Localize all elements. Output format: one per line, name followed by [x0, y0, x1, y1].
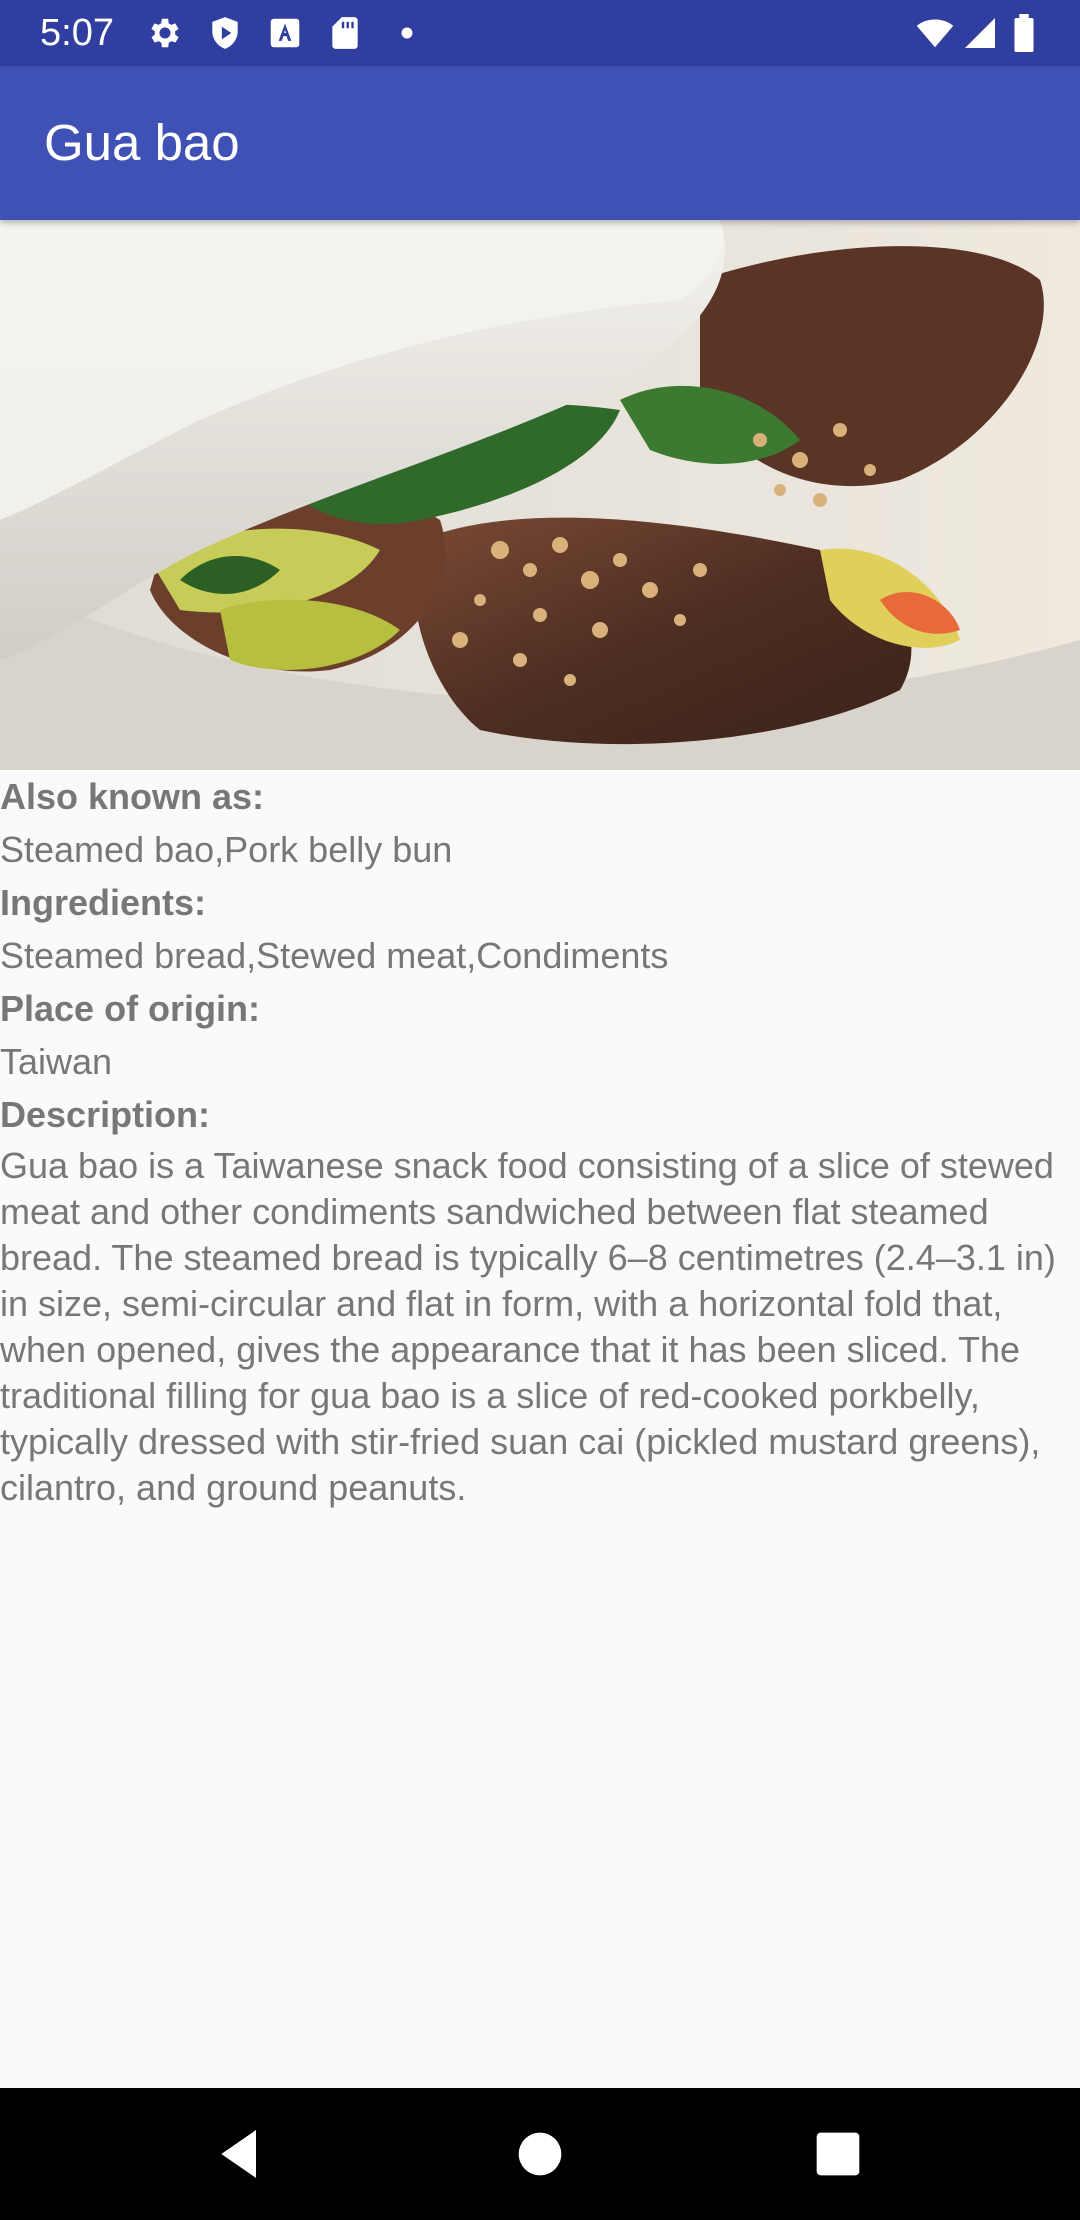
also-known-as-label: Also known as: [0, 776, 265, 817]
status-bar: 5:07 [0, 0, 1080, 66]
dish-details: Also known as: Steamed bao,Pork belly bu… [0, 770, 1080, 1511]
dot-icon [396, 14, 418, 52]
ingredients-label: Ingredients: [0, 882, 207, 923]
gear-icon [146, 14, 184, 52]
place-of-origin-label: Place of origin: [0, 988, 261, 1029]
description-value: Gua bao is a Taiwanese snack food consis… [0, 1145, 1056, 1508]
home-icon[interactable] [508, 2122, 572, 2186]
wifi-icon [912, 14, 958, 52]
screen: 5:07 Gua bao Also known as: Steamed bao,… [0, 0, 1080, 2220]
description-label: Description: [0, 1094, 211, 1135]
page-title: Gua bao [44, 114, 240, 171]
app-bar: Gua bao [0, 66, 1080, 220]
shield-play-icon [206, 14, 244, 52]
also-known-as-value: Steamed bao,Pork belly bun [0, 829, 453, 870]
place-of-origin-value: Taiwan [0, 1041, 113, 1082]
back-icon[interactable] [208, 2122, 272, 2186]
status-time: 5:07 [40, 12, 114, 54]
font-a-icon [266, 14, 304, 52]
battery-icon [1010, 14, 1038, 52]
food-photo [0, 220, 1080, 770]
signal-icon [962, 14, 998, 52]
ingredients-value: Steamed bread,Stewed meat,Condiments [0, 935, 669, 976]
navigation-bar [0, 2088, 1080, 2220]
sd-card-icon [326, 14, 364, 52]
recents-icon[interactable] [806, 2122, 870, 2186]
